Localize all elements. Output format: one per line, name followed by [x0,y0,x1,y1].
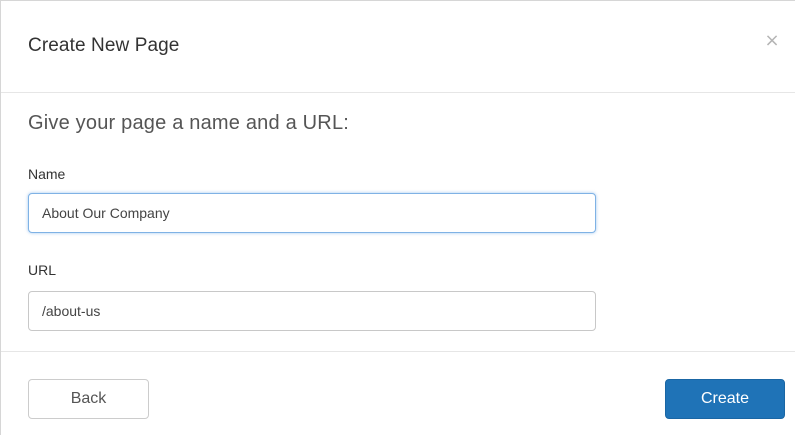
name-input[interactable] [28,193,596,233]
url-field-label: URL [28,262,57,278]
dialog-header: Create New Page × [1,1,795,93]
dialog-intro-text: Give your page a name and a URL: [28,112,350,134]
create-button[interactable]: Create [665,379,785,419]
name-field-label: Name [28,166,66,182]
dialog-title: Create New Page [28,35,180,56]
create-page-dialog: Create New Page × Give your page a name … [0,0,795,435]
url-input[interactable] [28,291,596,331]
dialog-footer: Back Create [1,351,795,436]
back-button[interactable]: Back [28,379,149,419]
close-icon[interactable]: × [763,32,781,50]
